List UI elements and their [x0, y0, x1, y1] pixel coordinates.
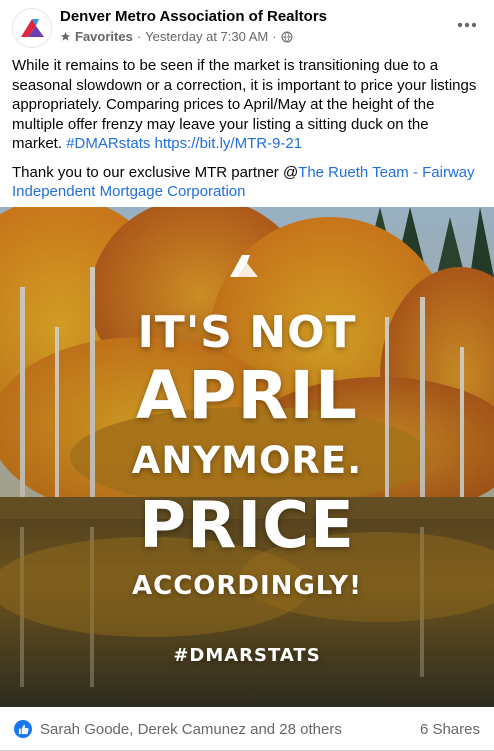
image-headline-line-5: ACCORDINGLY! — [132, 571, 362, 601]
image-hashtag: #DMARSTATS — [173, 645, 321, 666]
globe-icon[interactable] — [281, 30, 293, 43]
meta-separator: · — [136, 29, 142, 44]
post-meta: Favorites · Yesterday at 7:30 AM · — [60, 29, 293, 44]
image-headline-line-1: IT'S NOT — [137, 307, 357, 358]
more-options-button[interactable] — [454, 12, 480, 38]
page-avatar[interactable] — [12, 8, 52, 48]
audience-label[interactable]: Favorites — [75, 29, 133, 44]
thumbs-up-icon[interactable] — [14, 720, 32, 738]
shares-count[interactable]: 6 Shares — [420, 721, 480, 738]
star-icon — [60, 31, 71, 41]
dmar-logo-icon — [21, 19, 44, 37]
page-name[interactable]: Denver Metro Association of Realtors — [60, 8, 327, 25]
post-header: Denver Metro Association of Realtors Fav… — [0, 0, 494, 52]
post-footer: Sarah Goode, Derek Camunez and 28 others… — [0, 708, 494, 751]
image-headline-line-4: PRICE — [139, 489, 355, 563]
facebook-post: Denver Metro Association of Realtors Fav… — [0, 0, 494, 751]
post-image[interactable]: IT'S NOT APRIL ANYMORE. PRICE ACCORDINGL… — [0, 207, 494, 707]
meta-separator: · — [272, 29, 277, 44]
short-link[interactable]: https://bit.ly/MTR-9-21 — [155, 135, 303, 152]
post-paragraph-2: Thank you to our exclusive MTR partner @… — [12, 163, 482, 202]
post-paragraph-1: While it remains to be seen if the marke… — [12, 56, 482, 154]
more-dots-icon — [457, 22, 477, 28]
image-headline-line-3: ANYMORE. — [131, 439, 363, 482]
partner-thanks-text: Thank you to our exclusive MTR partner @ — [12, 163, 299, 181]
post-timestamp[interactable]: Yesterday at 7:30 AM — [145, 29, 268, 44]
post-text: While it remains to be seen if the marke… — [12, 56, 482, 211]
image-headline-line-2: APRIL — [136, 357, 358, 434]
reactors-summary[interactable]: Sarah Goode, Derek Camunez and 28 others — [40, 721, 342, 738]
hashtag-link[interactable]: #DMARstats — [66, 135, 150, 152]
thumbs-up-glyph — [18, 724, 28, 734]
